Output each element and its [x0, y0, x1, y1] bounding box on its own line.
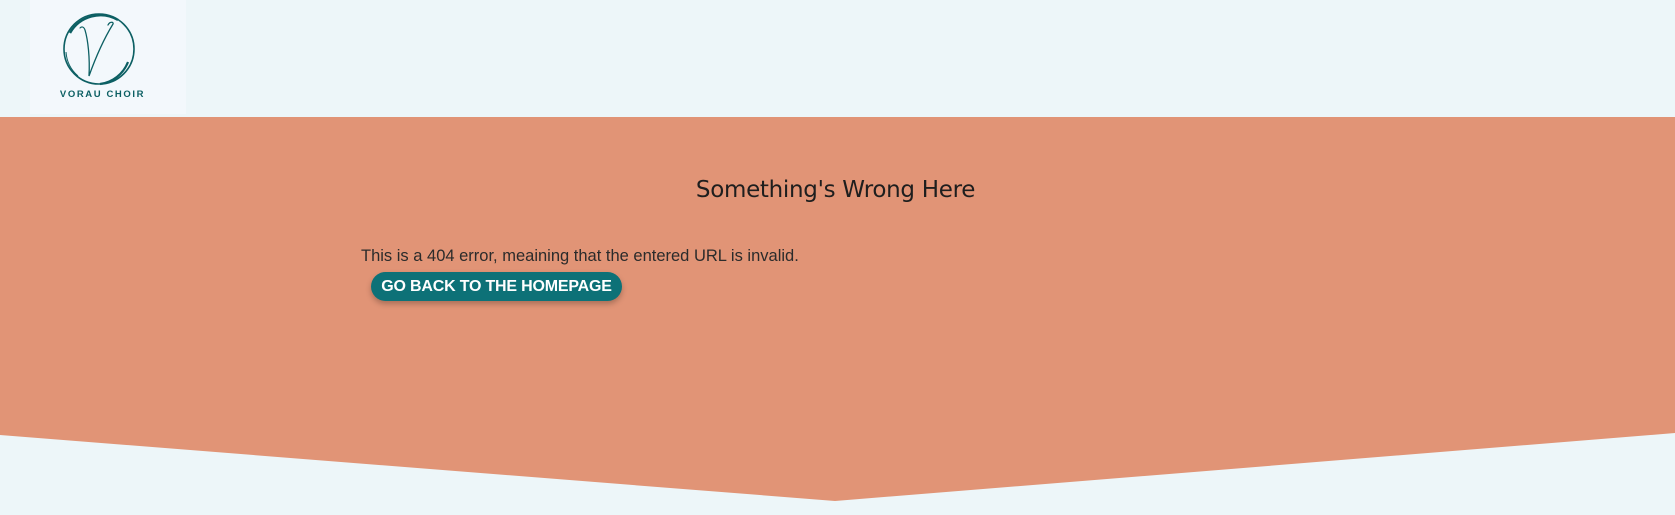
page: VORAU CHOIR Something's Wrong Here This … — [0, 0, 1675, 515]
site-header: VORAU CHOIR — [0, 0, 1675, 117]
go-home-button[interactable]: GO BACK TO THE HOMEPAGE — [371, 272, 622, 301]
logo-text: VORAU CHOIR — [59, 89, 146, 100]
error-message: This is a 404 error, meaining that the e… — [361, 247, 799, 265]
site-logo[interactable]: VORAU CHOIR — [30, 0, 186, 114]
error-hero: Something's Wrong Here This is a 404 err… — [0, 117, 1675, 515]
page-title: Something's Wrong Here — [695, 177, 976, 203]
